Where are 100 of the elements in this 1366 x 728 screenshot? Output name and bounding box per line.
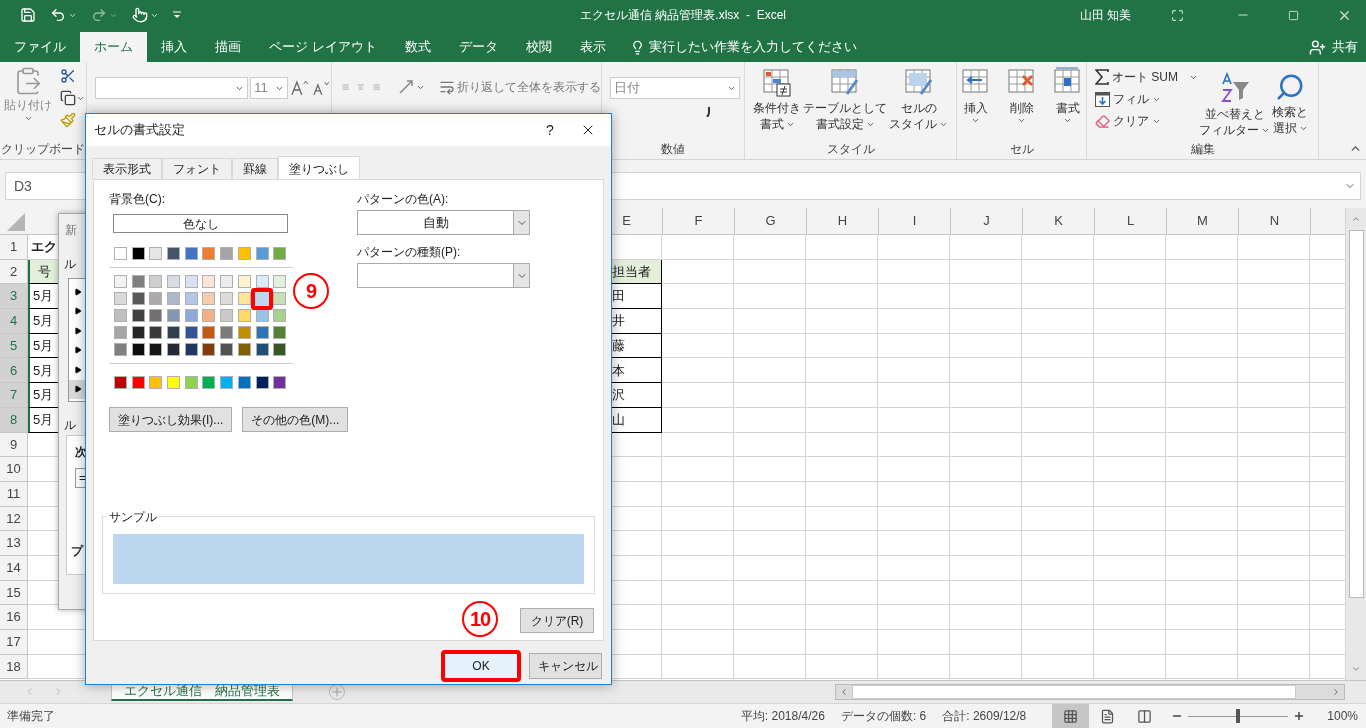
color-swatch[interactable] <box>202 247 216 260</box>
color-swatch[interactable] <box>273 292 287 305</box>
orientation-icon[interactable] <box>398 79 416 95</box>
column-header[interactable]: F <box>662 208 734 234</box>
more-colors-button[interactable]: その他の色(M)... <box>242 407 349 432</box>
ribbon-tab[interactable]: データ <box>444 32 512 62</box>
color-swatch[interactable] <box>273 343 287 356</box>
row-header[interactable]: 7 <box>0 383 28 408</box>
color-swatch[interactable] <box>184 326 198 339</box>
color-swatch[interactable] <box>131 376 145 389</box>
copy-icon[interactable] <box>60 90 76 106</box>
row-header[interactable]: 3 <box>0 284 28 310</box>
ribbon-tab[interactable]: ページ レイアウト <box>255 32 391 62</box>
dialog-tab[interactable]: フォント <box>162 158 232 179</box>
row-header[interactable]: 12 <box>0 506 28 532</box>
color-swatch[interactable] <box>202 343 216 356</box>
scroll-right-icon[interactable] <box>1331 687 1341 697</box>
fill-effects-button[interactable]: 塗りつぶし効果(I)... <box>109 407 233 432</box>
row-header[interactable]: 15 <box>0 580 28 606</box>
color-swatch[interactable] <box>114 292 127 305</box>
color-swatch[interactable] <box>255 326 269 339</box>
color-swatch[interactable] <box>184 247 198 260</box>
row-header[interactable]: 1 <box>0 235 28 260</box>
scroll-down-icon[interactable] <box>1351 664 1361 674</box>
ribbon-tab[interactable]: 挿入 <box>147 32 201 62</box>
color-swatch[interactable] <box>255 247 269 260</box>
format-painter-icon[interactable] <box>60 112 76 128</box>
share-icon[interactable] <box>1309 38 1326 56</box>
row-header[interactable]: 18 <box>0 654 28 680</box>
cancel-button[interactable]: キャンセル <box>529 653 602 679</box>
horizontal-scroll-thumb[interactable] <box>852 685 1296 699</box>
column-header[interactable]: J <box>950 208 1022 234</box>
color-swatch[interactable] <box>237 309 251 322</box>
column-header[interactable]: G <box>734 208 806 234</box>
pattern-style-select[interactable] <box>357 263 530 288</box>
redo-icon[interactable] <box>91 7 107 23</box>
color-swatch[interactable] <box>220 247 234 260</box>
color-swatch[interactable] <box>149 292 163 305</box>
row-header[interactable]: 2 <box>0 259 28 285</box>
ribbon-tab[interactable]: ファイル <box>0 32 80 62</box>
column-header[interactable]: L <box>1094 208 1166 234</box>
color-swatch[interactable] <box>131 247 145 260</box>
color-swatch[interactable] <box>220 376 234 389</box>
wrap-text-button[interactable]: 折り返して全体を表示する <box>439 78 601 96</box>
tell-me-field[interactable]: 実行したい作業を入力してください <box>648 37 857 57</box>
font-name-field[interactable] <box>95 77 249 99</box>
column-header[interactable]: I <box>878 208 950 234</box>
pattern-color-select[interactable]: 自動 <box>357 210 530 235</box>
color-swatch[interactable] <box>149 275 163 288</box>
color-swatch[interactable] <box>220 292 234 305</box>
ok-button[interactable]: OK <box>441 650 521 682</box>
scroll-up-icon[interactable] <box>1351 214 1361 224</box>
color-swatch[interactable] <box>255 376 269 389</box>
color-swatch[interactable] <box>114 309 127 322</box>
color-swatch[interactable] <box>237 247 251 260</box>
row-header[interactable]: 11 <box>0 481 28 507</box>
color-swatch[interactable] <box>167 343 181 356</box>
customize-icon[interactable] <box>173 11 181 19</box>
color-swatch[interactable] <box>131 292 145 305</box>
row-header[interactable]: 8 <box>0 407 28 433</box>
scroll-left-icon[interactable] <box>839 687 849 697</box>
color-swatch[interactable] <box>114 275 127 288</box>
color-swatch[interactable] <box>220 309 234 322</box>
color-swatch[interactable] <box>167 376 181 389</box>
zoom-slider[interactable] <box>1188 709 1289 723</box>
color-swatch[interactable] <box>255 343 269 356</box>
row-header[interactable]: 10 <box>0 457 28 482</box>
color-swatch[interactable] <box>273 309 287 322</box>
fill-button[interactable]: フィル <box>1095 90 1198 108</box>
row-header[interactable]: 9 <box>0 432 28 458</box>
grow-font-icon[interactable] <box>289 79 310 97</box>
row-header[interactable]: 13 <box>0 531 28 556</box>
color-swatch[interactable] <box>273 376 287 389</box>
color-swatch[interactable] <box>220 326 234 339</box>
comma-style-icon[interactable] <box>706 107 712 117</box>
color-swatch[interactable] <box>202 309 216 322</box>
color-swatch[interactable] <box>131 326 145 339</box>
no-color-button[interactable]: 色なし <box>113 214 288 233</box>
ribbon-tab[interactable]: 描画 <box>201 32 255 62</box>
name-box[interactable]: D3 <box>6 175 81 197</box>
color-swatch[interactable] <box>167 275 181 288</box>
column-header[interactable]: K <box>1022 208 1094 234</box>
color-swatch[interactable] <box>220 343 234 356</box>
dialog-tab[interactable]: 表示形式 <box>92 158 162 179</box>
color-swatch[interactable] <box>167 309 181 322</box>
color-swatch[interactable] <box>202 275 216 288</box>
color-swatch[interactable] <box>149 326 163 339</box>
color-swatch[interactable] <box>202 376 216 389</box>
color-swatch[interactable] <box>273 275 287 288</box>
color-swatch[interactable] <box>237 376 251 389</box>
color-swatch[interactable] <box>273 247 287 260</box>
ribbon-tab[interactable]: 表示 <box>565 32 620 62</box>
cut-icon[interactable] <box>60 68 76 84</box>
row-header[interactable]: 5 <box>0 333 28 359</box>
undo-icon[interactable] <box>50 7 66 23</box>
column-header[interactable]: H <box>806 208 878 234</box>
help-button[interactable]: ? <box>535 119 565 141</box>
color-swatch[interactable] <box>131 275 145 288</box>
font-size-field[interactable]: 11 <box>250 77 288 99</box>
sort-filter-button[interactable]: 並べ替えと フィルター <box>1198 68 1271 140</box>
